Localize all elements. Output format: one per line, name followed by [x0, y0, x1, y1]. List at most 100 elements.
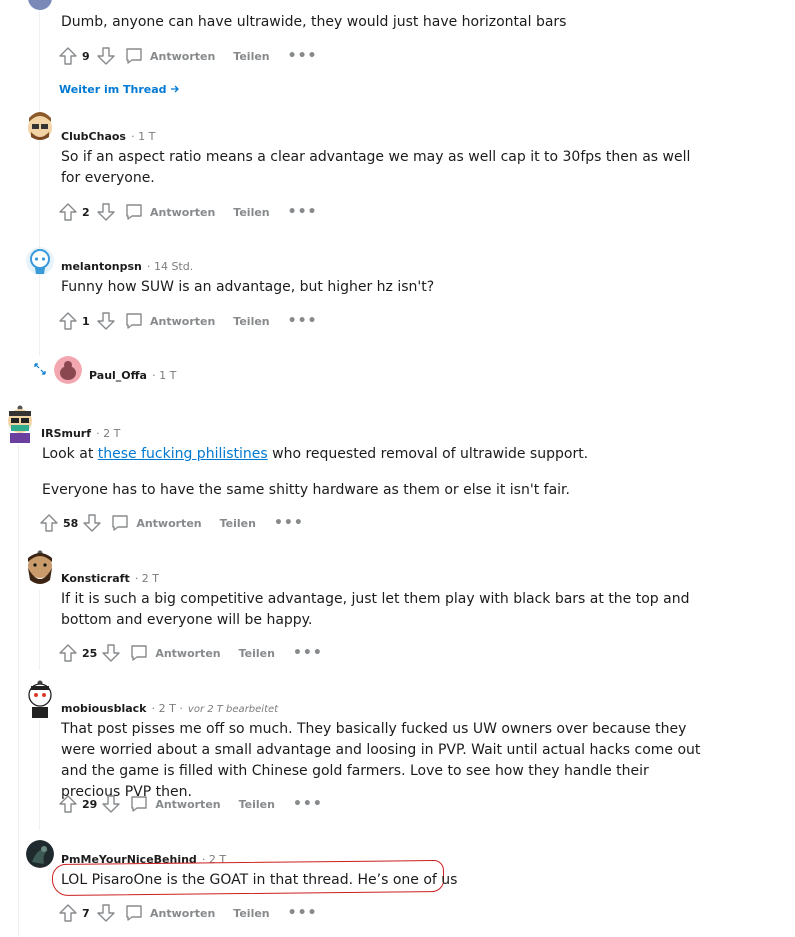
comment-text: So if an aspect ratio means a clear adva… — [61, 149, 691, 186]
arrow-up-icon[interactable] — [39, 513, 59, 533]
comment-header: IRSmurf · 2 T — [41, 422, 120, 441]
comment-text: That post pisses me off so much. They ba… — [61, 721, 701, 800]
arrow-down-icon[interactable] — [96, 311, 116, 331]
arrow-up-icon[interactable] — [58, 903, 78, 923]
vote-count: 7 — [82, 906, 90, 920]
author-name[interactable]: Paul_Offa — [89, 369, 147, 382]
avatar[interactable] — [26, 247, 54, 275]
comment-actions: 25 Antworten Teilen ••• — [58, 642, 323, 664]
author-name[interactable]: mobiousblack — [61, 702, 147, 715]
reply-label: Antworten — [155, 797, 221, 811]
avatar[interactable] — [54, 356, 82, 384]
speech-bubble-icon — [126, 313, 142, 329]
thread-line[interactable] — [39, 720, 40, 830]
reply-button[interactable]: Antworten — [124, 903, 215, 923]
comment-text-part: Look at — [42, 446, 98, 462]
reply-button[interactable]: Antworten — [124, 311, 215, 331]
comment-time[interactable]: · 1 T — [152, 369, 176, 382]
speech-bubble-icon — [126, 905, 142, 921]
author-name-cut — [60, 0, 180, 4]
arrow-up-icon[interactable] — [58, 311, 78, 331]
avatar[interactable] — [26, 840, 54, 868]
more-dots-icon[interactable]: ••• — [293, 645, 323, 661]
more-dots-icon[interactable]: ••• — [288, 204, 318, 220]
reply-button[interactable]: Antworten — [124, 202, 215, 222]
vote-count: 29 — [82, 797, 98, 811]
arrow-up-icon[interactable] — [58, 794, 78, 814]
arrow-down-icon[interactable] — [101, 794, 121, 814]
avatar[interactable] — [26, 110, 54, 142]
arrow-down-icon[interactable] — [96, 46, 116, 66]
comment-time[interactable]: · 2 T — [96, 427, 120, 440]
reply-button[interactable]: Antworten — [129, 794, 221, 814]
avatar[interactable] — [24, 550, 56, 588]
author-name[interactable]: ClubChaos — [61, 130, 126, 143]
share-button[interactable]: Teilen — [239, 647, 275, 660]
comment-text: LOL PisaroOne is the GOAT in that thread… — [61, 872, 458, 888]
author-name[interactable]: Konsticraft — [61, 572, 130, 585]
more-dots-icon[interactable]: ••• — [288, 313, 318, 329]
comment-header: melantonpsn · 14 Std. — [61, 255, 193, 274]
continue-thread-link[interactable]: Weiter im Thread — [59, 83, 180, 96]
comment-time[interactable]: · 2 T — [135, 572, 159, 585]
more-dots-icon[interactable]: ••• — [288, 905, 318, 921]
reply-button[interactable]: Antworten — [129, 643, 221, 663]
reply-label: Antworten — [150, 49, 216, 63]
comment-time[interactable]: · 14 Std. — [147, 260, 193, 273]
arrow-down-icon[interactable] — [96, 903, 116, 923]
comment-text-part: who requested removal of ultrawide suppo… — [267, 446, 589, 462]
share-button[interactable]: Teilen — [233, 50, 269, 63]
reply-button[interactable]: Antworten — [124, 46, 215, 66]
speech-bubble-icon — [131, 796, 148, 812]
philistines-link[interactable]: these fucking philistines — [98, 446, 268, 462]
thread-line[interactable] — [18, 445, 19, 937]
thread-line[interactable] — [39, 590, 40, 670]
arrow-down-icon[interactable] — [82, 513, 102, 533]
comment-actions: 29 Antworten Teilen ••• — [58, 793, 323, 815]
vote-count: 1 — [82, 314, 90, 328]
more-dots-icon[interactable]: ••• — [288, 48, 318, 64]
speech-bubble-icon — [126, 204, 142, 220]
comment-header: Konsticraft · 2 T — [61, 567, 159, 586]
expand-diagonal-icon[interactable] — [33, 362, 47, 376]
reply-button[interactable]: Antworten — [110, 513, 202, 533]
comment-text: If it is such a big competitive advantag… — [61, 591, 690, 628]
vote-count: 25 — [82, 646, 98, 660]
share-button[interactable]: Teilen — [233, 206, 269, 219]
comment-header: Paul_Offa · 1 T — [89, 364, 176, 383]
comment-text: Dumb, anyone can have ultrawide, they wo… — [61, 14, 567, 30]
arrow-down-icon[interactable] — [96, 202, 116, 222]
comment-text: Look at these fucking philistines who re… — [42, 444, 742, 465]
more-dots-icon[interactable]: ••• — [293, 796, 323, 812]
thread-line[interactable] — [39, 0, 40, 355]
vote-count: 58 — [63, 516, 79, 530]
arrow-down-icon[interactable] — [101, 643, 121, 663]
avatar[interactable] — [5, 405, 35, 443]
comment-time[interactable]: · 2 T · — [152, 702, 183, 715]
comment-header: mobiousblack · 2 T · vor 2 T bearbeitet — [61, 697, 278, 716]
share-button[interactable]: Teilen — [233, 315, 269, 328]
reply-label: Antworten — [155, 646, 221, 660]
share-button[interactable]: Teilen — [239, 798, 275, 811]
avatar[interactable] — [28, 0, 52, 10]
continue-thread-label: Weiter im Thread — [59, 83, 167, 96]
avatar[interactable] — [26, 680, 54, 718]
speech-bubble-icon — [112, 515, 129, 531]
comment-actions: 58 Antworten Teilen ••• — [39, 512, 304, 534]
author-name[interactable]: melantonpsn — [61, 260, 142, 273]
arrow-up-icon[interactable] — [58, 643, 78, 663]
comment-actions: 7 Antworten Teilen ••• — [58, 902, 318, 924]
author-name[interactable]: IRSmurf — [41, 427, 91, 440]
share-button[interactable]: Teilen — [233, 907, 269, 920]
edited-label: vor 2 T bearbeitet — [187, 704, 279, 715]
comment-header: ClubChaos · 1 T — [61, 125, 155, 144]
comment-time[interactable]: · 1 T — [131, 130, 155, 143]
reply-label: Antworten — [150, 314, 216, 328]
share-button[interactable]: Teilen — [220, 517, 256, 530]
reply-label: Antworten — [136, 516, 202, 530]
speech-bubble-icon — [126, 48, 142, 64]
arrow-right-icon — [171, 85, 180, 93]
arrow-up-icon[interactable] — [58, 202, 78, 222]
arrow-up-icon[interactable] — [58, 46, 78, 66]
more-dots-icon[interactable]: ••• — [274, 515, 304, 531]
